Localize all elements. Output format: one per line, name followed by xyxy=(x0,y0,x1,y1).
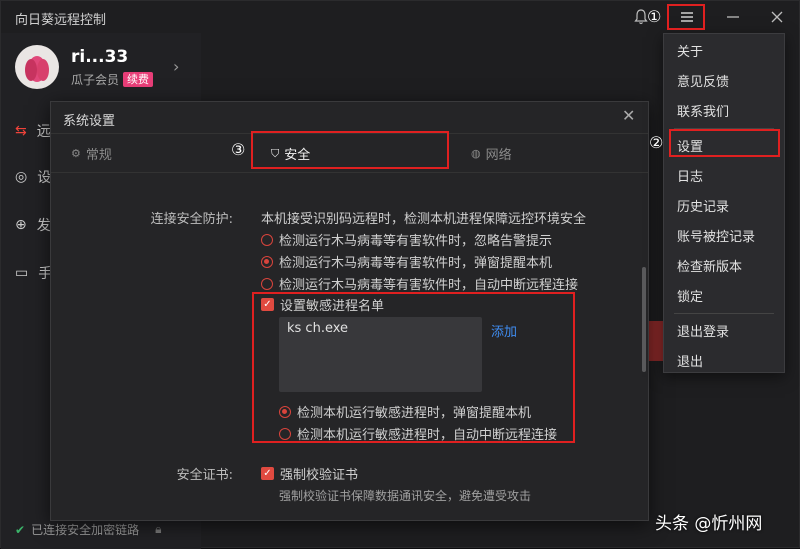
watermark: 头条 @忻州网 xyxy=(655,514,763,534)
cert-hint: 强制校验证书保障数据通讯安全，避免遭受攻击 xyxy=(279,489,532,503)
option-ignore-alert[interactable]: 检测运行木马病毒等有害软件时，忽略告警提示 xyxy=(261,230,552,249)
menu-item-history[interactable]: 历史记录 xyxy=(664,191,784,219)
discover-icon: ⊕ xyxy=(15,217,27,233)
step-marker-2: ② xyxy=(649,133,664,152)
menu-item-feedback[interactable]: 意见反馈 xyxy=(664,66,784,94)
minimize-icon[interactable] xyxy=(721,5,745,29)
option-auto-disconnect[interactable]: 检测运行木马病毒等有害软件时，自动中断远程连接 xyxy=(261,274,578,293)
nav-label: 发 xyxy=(36,218,51,234)
globe-icon: ◍ xyxy=(471,147,481,160)
renew-badge[interactable]: 续费 xyxy=(123,72,154,87)
menu-item-lock[interactable]: 锁定 xyxy=(664,281,784,309)
radio-button[interactable] xyxy=(261,277,273,290)
checkbox-label: 强制校验证书 xyxy=(280,468,359,483)
status-bar: ✔ 已连接安全加密链路 🔒︎ xyxy=(15,521,161,538)
radio-button[interactable] xyxy=(261,233,273,246)
option-label: 检测运行木马病毒等有害软件时，自动中断远程连接 xyxy=(279,278,579,293)
remote-icon: ⇆ xyxy=(15,123,27,139)
highlight-box-sensitive-list xyxy=(252,292,575,443)
lock-icon: 🔒︎ xyxy=(155,522,162,536)
nav-label: 远 xyxy=(36,124,51,140)
radio-button[interactable] xyxy=(261,255,273,268)
step-marker-3: ③ xyxy=(231,140,246,159)
app-title: 向日葵远程控制 xyxy=(15,13,107,28)
protection-desc: 本机接受识别码远程时，检测本机进程保障远控环境安全 xyxy=(261,212,587,227)
chevron-right-icon[interactable]: › xyxy=(173,57,179,76)
nav-item-device[interactable]: ◎ 设 xyxy=(15,163,55,191)
step-marker-1: ① xyxy=(647,7,662,26)
dialog-close-icon[interactable]: ✕ xyxy=(622,106,635,125)
app-window: 向日葵远程控制 ri...33 瓜子会员 续费 › ⇆ 远 ◎ 设 ⊕ 发 ▭ … xyxy=(0,0,800,549)
menu-item-about[interactable]: 关于 xyxy=(664,36,784,64)
protection-label: 连接安全防护: xyxy=(150,212,233,227)
cert-checkbox[interactable]: ✓ 强制校验证书 xyxy=(261,464,358,483)
member-level: 瓜子会员 xyxy=(71,73,120,87)
highlight-box-security-tab xyxy=(251,131,449,169)
menu-item-check-update[interactable]: 检查新版本 xyxy=(664,251,784,279)
nav-item-remote[interactable]: ⇆ 远 xyxy=(15,117,55,145)
checkbox-checked-icon[interactable]: ✓ xyxy=(261,467,274,480)
menu-item-exit[interactable]: 退出 xyxy=(664,346,784,374)
option-label: 检测运行木马病毒等有害软件时，忽略告警提示 xyxy=(279,234,553,249)
highlight-box-settings xyxy=(669,129,780,157)
dialog-title: 系统设置 xyxy=(63,114,116,129)
shield-check-icon: ✔ xyxy=(15,522,26,537)
highlight-box-menu xyxy=(667,4,705,30)
close-icon[interactable] xyxy=(765,5,789,29)
menu-divider xyxy=(674,313,774,314)
gear-icon: ⚙ xyxy=(71,147,81,160)
nav-item-screen[interactable]: ▭ 手 xyxy=(15,259,55,287)
main-menu: 关于 意见反馈 联系我们 设置 日志 历史记录 账号被控记录 检查新版本 锁定 … xyxy=(663,33,785,373)
menu-item-controlled-log[interactable]: 账号被控记录 xyxy=(664,221,784,249)
screen-icon: ▭ xyxy=(15,265,29,281)
member-row: 瓜子会员 续费 xyxy=(71,71,154,88)
menu-item-contact[interactable]: 联系我们 xyxy=(664,96,784,124)
status-text: 已连接安全加密链路 xyxy=(31,523,140,537)
tab-network[interactable]: ◍ 网络 xyxy=(471,134,512,173)
option-popup-alert[interactable]: 检测运行木马病毒等有害软件时，弹窗提醒本机 xyxy=(261,252,552,271)
option-label: 检测运行木马病毒等有害软件时，弹窗提醒本机 xyxy=(279,256,553,271)
tab-general[interactable]: ⚙ 常规 xyxy=(71,134,112,173)
menu-item-log[interactable]: 日志 xyxy=(664,161,784,189)
scrollbar[interactable] xyxy=(642,267,646,372)
device-icon: ◎ xyxy=(15,169,28,185)
tab-label: 常规 xyxy=(85,148,112,163)
menu-item-logout[interactable]: 退出登录 xyxy=(664,316,784,344)
username[interactable]: ri...33 xyxy=(71,47,128,67)
cert-label: 安全证书: xyxy=(176,468,233,483)
avatar[interactable] xyxy=(15,45,59,89)
nav-item-discover[interactable]: ⊕ 发 xyxy=(15,211,55,239)
tab-label: 网络 xyxy=(485,148,512,163)
